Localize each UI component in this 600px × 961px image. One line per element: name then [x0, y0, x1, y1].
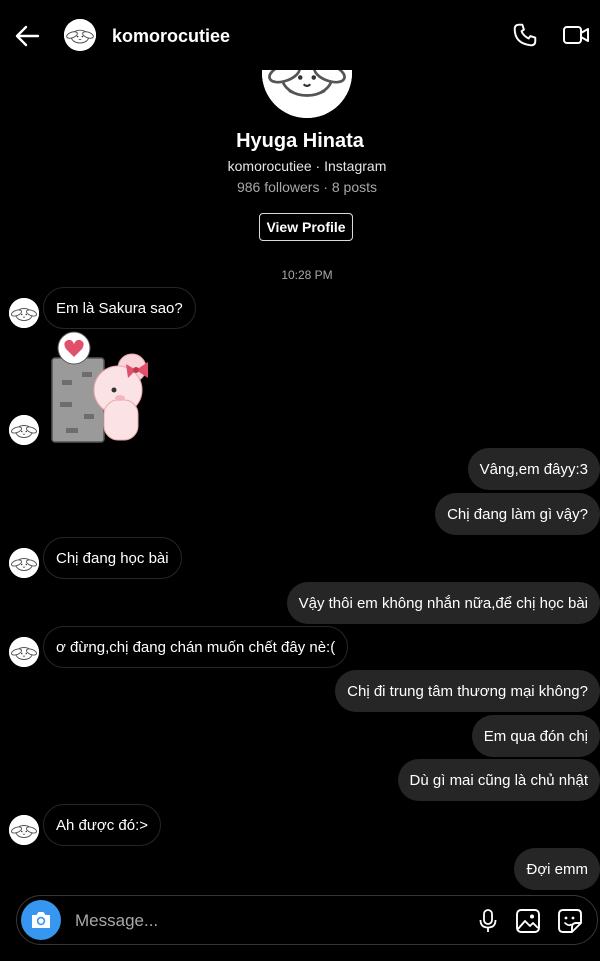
camera-button[interactable]: [21, 900, 61, 940]
video-call-button[interactable]: [562, 22, 590, 48]
chat-header: komorocutiee: [0, 0, 600, 70]
profile-stats: 986 followers · 8 posts: [236, 179, 378, 195]
voice-message-button[interactable]: [477, 908, 499, 934]
bunny-avatar-icon: [9, 548, 39, 578]
bear-sticker-icon: [51, 331, 148, 443]
sticker-button[interactable]: [557, 908, 583, 934]
message-received[interactable]: Chị đang học bài: [43, 537, 182, 579]
sender-avatar[interactable]: [9, 415, 39, 445]
microphone-icon: [479, 909, 497, 932]
message-sent[interactable]: Dù gì mai cũng là chủ nhật: [397, 759, 600, 801]
message-composer: [16, 895, 598, 945]
bunny-avatar-icon: [9, 415, 39, 445]
phone-icon: [513, 23, 537, 47]
camera-icon: [32, 912, 50, 928]
message-received[interactable]: Em là Sakura sao?: [43, 287, 196, 329]
bunny-avatar-icon: [9, 298, 39, 328]
header-avatar[interactable]: [64, 19, 96, 51]
message-sent[interactable]: Vậy thôi em không nhắn nữa,để chị học bà…: [286, 582, 600, 624]
header-username[interactable]: komorocutiee: [112, 26, 230, 47]
video-camera-icon: [563, 26, 589, 44]
sender-avatar[interactable]: [9, 637, 39, 667]
message-input[interactable]: [73, 906, 457, 936]
message-sent[interactable]: Chị đang làm gì vậy?: [435, 493, 600, 535]
profile-subtitle: komorocutiee · Instagram: [227, 158, 387, 174]
message-received[interactable]: ơ đừng,chị đang chán muốn chết đây nè:(: [43, 626, 349, 668]
sticker-icon: [558, 909, 582, 933]
sender-avatar[interactable]: [9, 548, 39, 578]
message-received[interactable]: Ah được đó:>: [43, 804, 162, 846]
view-profile-button[interactable]: View Profile: [259, 213, 353, 241]
sticker-message[interactable]: [48, 330, 156, 445]
sender-avatar[interactable]: [9, 815, 39, 845]
voice-call-button[interactable]: [512, 22, 538, 48]
message-sent[interactable]: Em qua đón chị: [471, 715, 600, 757]
image-icon: [516, 909, 540, 933]
message-sent[interactable]: Vâng,em đâyy:3: [467, 448, 600, 490]
bunny-avatar-icon: [9, 637, 39, 667]
profile-name: Hyuga Hinata: [236, 130, 364, 152]
back-button[interactable]: [14, 22, 42, 50]
message-sent[interactable]: Đợi emm: [514, 848, 600, 890]
message-timestamp: 10:28 PM: [281, 268, 333, 282]
arrow-left-icon: [15, 25, 40, 47]
message-sent[interactable]: Chị đi trung tâm thương mại không?: [335, 670, 600, 712]
bunny-avatar-icon: [9, 815, 39, 845]
bunny-avatar-icon: [64, 19, 96, 51]
sender-avatar[interactable]: [9, 298, 39, 328]
gallery-button[interactable]: [515, 908, 541, 934]
